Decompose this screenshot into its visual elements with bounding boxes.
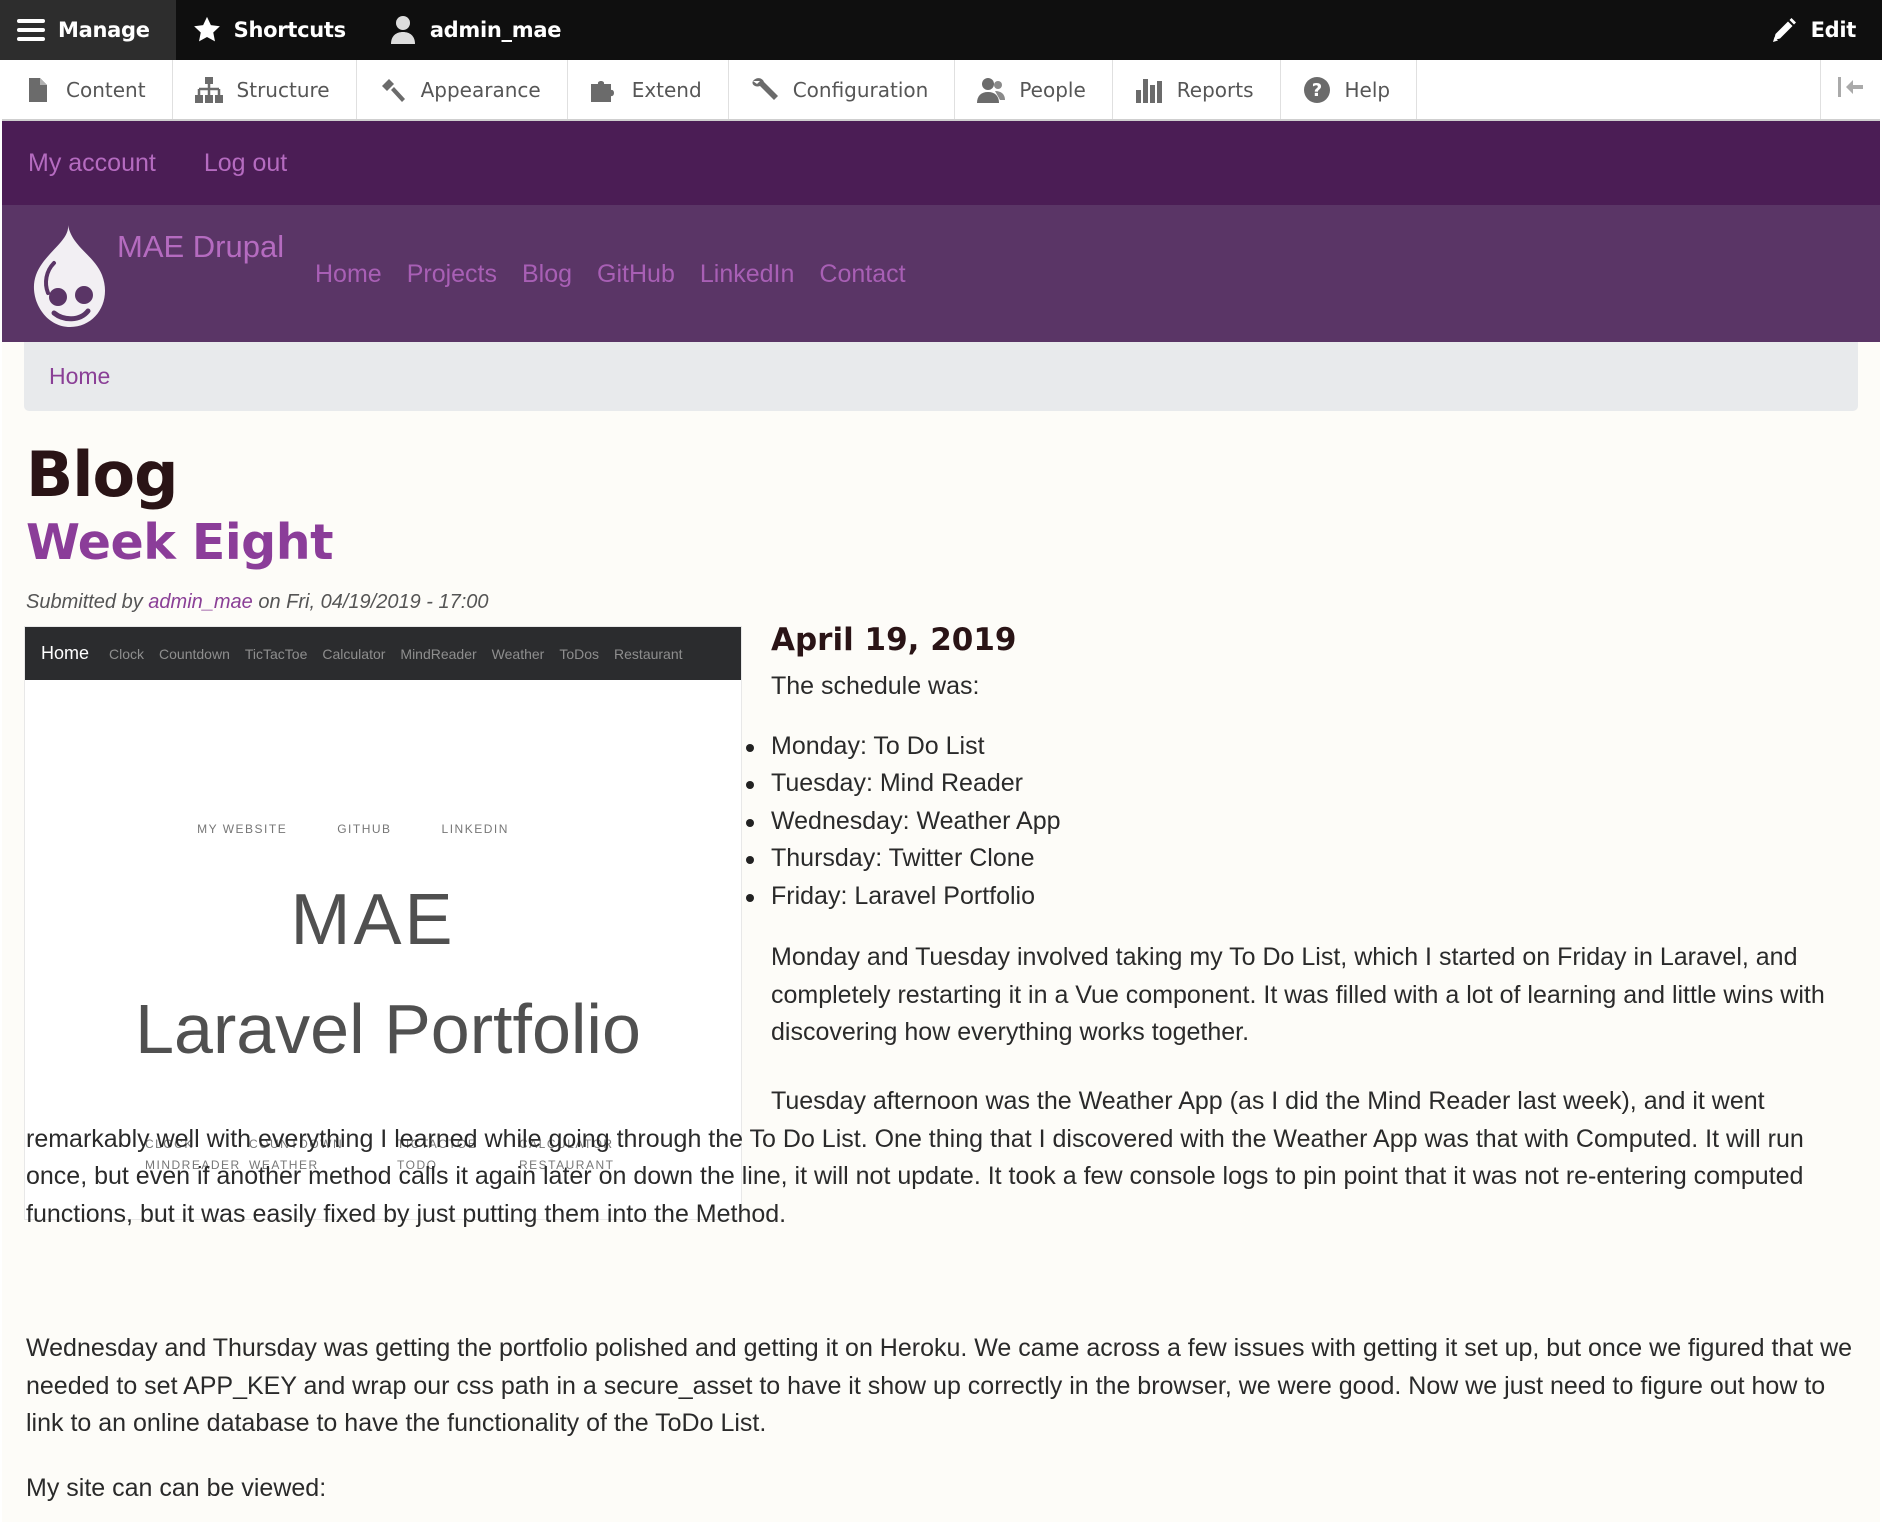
list-item: Monday: To Do List [746,728,1871,766]
people-icon [975,74,1007,106]
schedule-list: Monday: To Do List Tuesday: Mind Reader … [746,728,1871,916]
site-name[interactable]: MAE Drupal [117,229,284,265]
tray-item-structure[interactable]: Structure [173,60,357,119]
svg-text:?: ? [1311,80,1321,101]
submitted-prefix: Submitted by [26,591,149,613]
list-item: Thursday: Twitter Clone [746,840,1871,878]
submitted-suffix: on Fri, 04/19/2019 - 17:00 [252,591,489,613]
manage-tab[interactable]: Manage [0,0,176,60]
bar-chart-icon [1133,74,1165,106]
image-heading-mae: MAE [290,880,456,960]
image-nav-link: Restaurant [614,645,683,662]
image-top-link: GITHUB [337,822,392,836]
tray-label: Appearance [420,77,541,102]
nav-blog[interactable]: Blog [522,260,572,289]
nav-contact[interactable]: Contact [819,260,905,289]
star-icon [190,13,224,47]
collapse-arrow-icon [1837,76,1865,103]
user-icon [386,13,420,47]
edit-label: Edit [1810,18,1857,42]
tray-label: Extend [631,77,702,102]
tray-item-people[interactable]: People [955,60,1113,119]
paint-brush-icon [377,74,409,106]
edit-tab[interactable]: Edit [1753,0,1882,60]
submitted-meta: Submitted by admin_mae on Fri, 04/19/201… [26,591,489,614]
tray-label: Reports [1176,77,1254,102]
site-branding: MAE Drupal Home Projects Blog GitHub Lin… [2,205,1880,342]
image-nav-link: Weather [491,645,545,662]
tray-label: Help [1344,77,1391,102]
schedule-intro: The schedule was: [771,672,980,700]
list-item: Wednesday: Weather App [746,803,1871,841]
author-link[interactable]: admin_mae [148,591,253,613]
pencil-icon [1767,13,1801,47]
image-navbar: Home Clock Countdown TicTacToe Calculato… [25,627,741,680]
breadcrumb-home[interactable]: Home [49,363,110,390]
node-title[interactable]: Week Eight [26,514,334,571]
hamburger-icon [14,13,48,47]
main-navigation: Home Projects Blog GitHub LinkedIn Conta… [315,260,931,289]
paragraph-site-link: My site can can be viewed: [26,1474,327,1502]
post-date-heading: April 19, 2019 [771,622,1017,658]
image-nav-home: Home [41,643,90,663]
drupal-logo-icon[interactable] [24,223,116,333]
nav-github[interactable]: GitHub [597,260,675,289]
image-heading-laravel: Laravel Portfolio [135,990,641,1068]
manage-label: Manage [58,18,150,42]
article-body-right: April 19, 2019 The schedule was: Monday:… [746,622,1871,1052]
image-nav-link: Countdown [159,645,230,662]
paragraph-tuesday: Tuesday afternoon was the Weather App (a… [26,1087,1804,1228]
sitemap-icon [193,74,225,106]
image-nav-link: Clock [109,645,145,662]
breadcrumb: Home [24,342,1858,411]
tray-label: Content [66,77,146,102]
image-nav-link: TicTacToe [244,645,308,662]
nav-home[interactable]: Home [315,260,382,289]
tray-item-configuration[interactable]: Configuration [729,60,956,119]
tray-item-reports[interactable]: Reports [1113,60,1281,119]
admin-tray: Content Structure Appearance Extend Conf… [2,60,1880,121]
my-account-link[interactable]: My account [28,149,156,178]
tray-orientation-toggle[interactable] [1820,60,1880,119]
tray-item-content[interactable]: Content [2,60,173,119]
main-content: Home Blog Week Eight Submitted by admin_… [2,342,1880,1522]
list-item: Friday: Laravel Portfolio [746,878,1871,916]
secondary-menu: My account Log out [2,121,1880,205]
nav-linkedin[interactable]: LinkedIn [700,260,795,289]
image-top-links: MY WEBSITE GITHUB LINKEDIN [25,822,741,836]
image-nav-link: ToDos [559,645,600,662]
tray-label: Configuration [792,77,929,102]
image-top-link: MY WEBSITE [197,822,288,836]
admin-toolbar: Manage Shortcuts admin_mae Edit [0,0,1882,60]
user-tab[interactable]: admin_mae [372,0,587,60]
image-nav-link: MindReader [400,645,477,662]
wrench-icon [749,74,781,106]
tray-label: Structure [236,77,330,102]
page-title: Blog [26,438,178,511]
image-nav-link: Calculator [322,645,386,662]
tray-label: People [1019,77,1086,102]
list-item: Tuesday: Mind Reader [746,765,1871,803]
tray-item-extend[interactable]: Extend [568,60,729,119]
tray-item-help[interactable]: ? Help [1281,60,1418,119]
user-label: admin_mae [429,18,562,42]
log-out-link[interactable]: Log out [204,149,287,178]
paragraph-monday: Monday and Tuesday involved taking my To… [771,943,1825,1046]
shortcuts-label: Shortcuts [233,18,346,42]
paragraph-wednesday: Wednesday and Thursday was getting the p… [26,1334,1853,1437]
puzzle-icon [588,74,620,106]
nav-projects[interactable]: Projects [407,260,497,289]
help-icon: ? [1301,74,1333,106]
file-icon [22,74,54,106]
shortcuts-tab[interactable]: Shortcuts [176,0,372,60]
tray-item-appearance[interactable]: Appearance [357,60,568,119]
image-top-link: LINKEDIN [441,822,509,836]
